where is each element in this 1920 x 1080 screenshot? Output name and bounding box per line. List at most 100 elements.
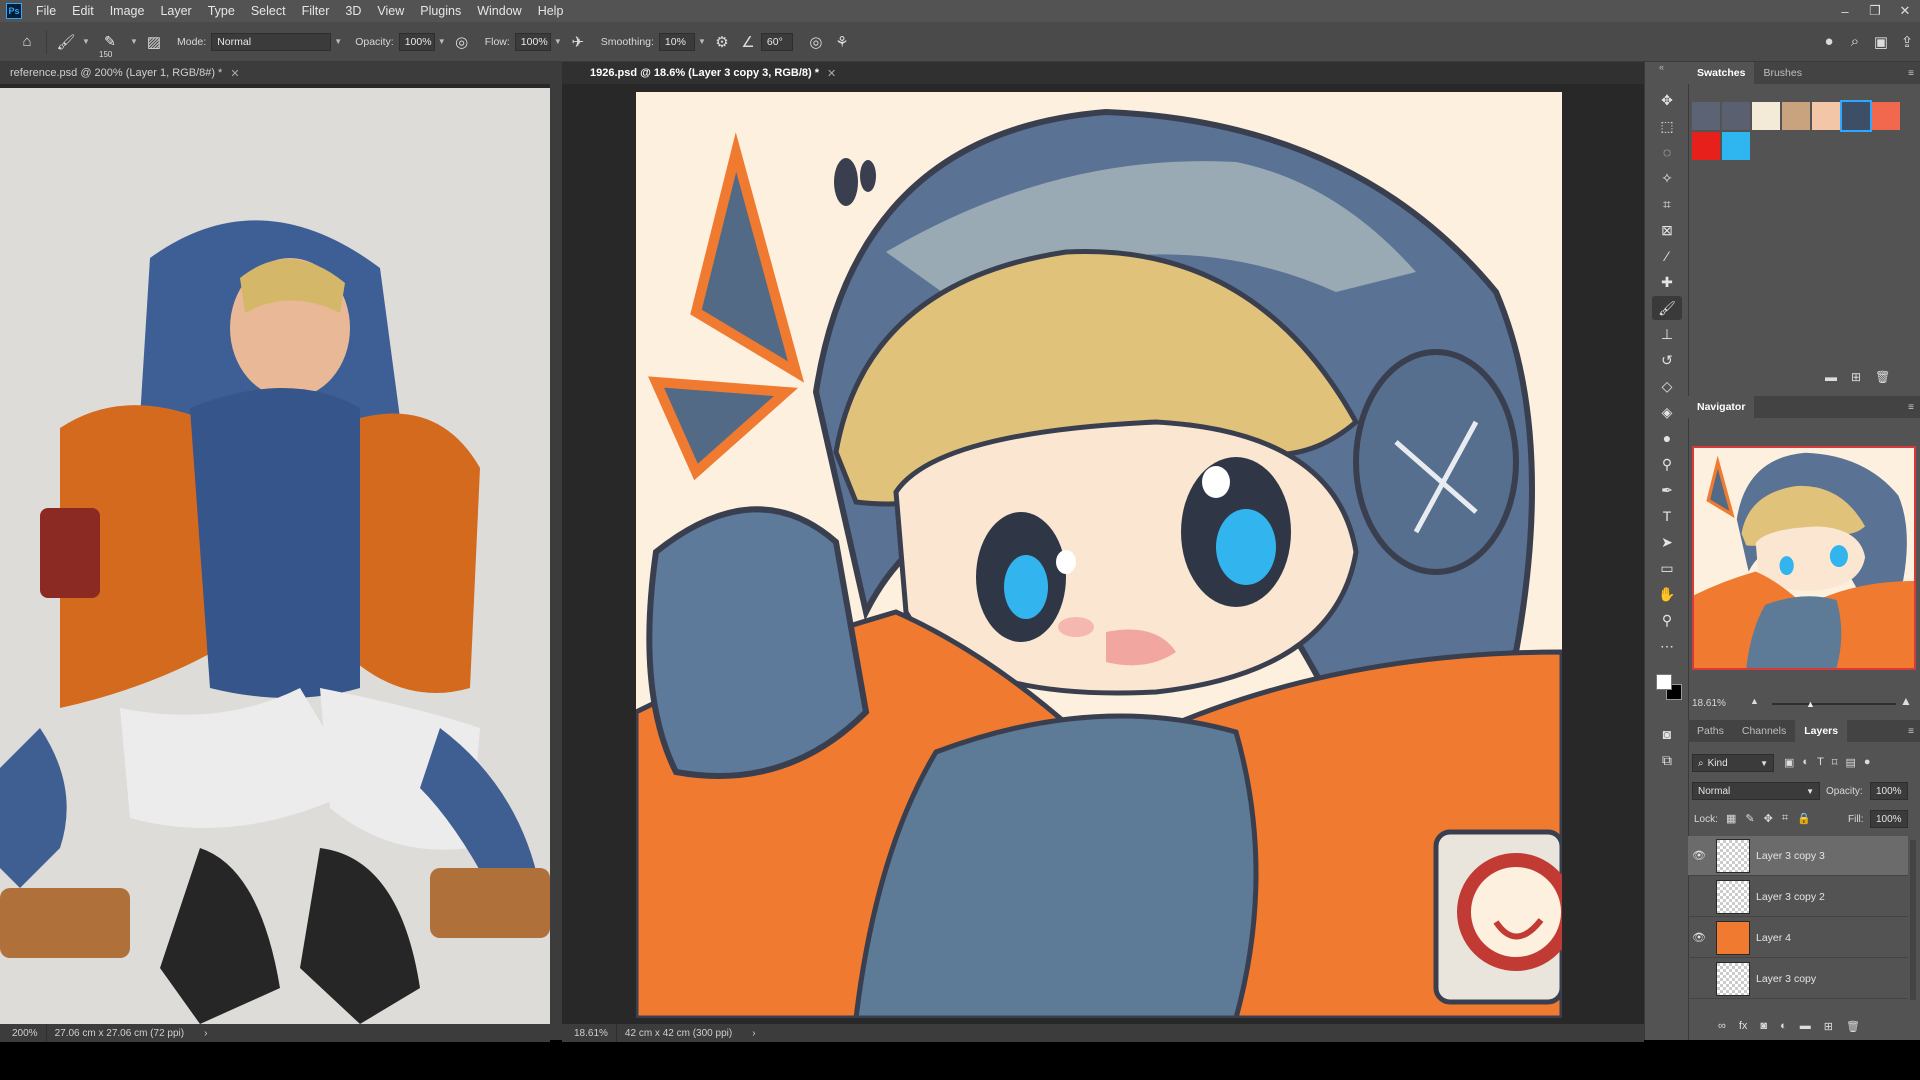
filter-toggle-icon[interactable]: ● [1864, 756, 1871, 769]
add-icon[interactable]: ⊞ [1851, 370, 1861, 384]
move-tool-icon[interactable]: ✥ [1652, 88, 1682, 112]
menu-select[interactable]: Select [243, 0, 294, 22]
folder-icon[interactable]: ▬ [1825, 370, 1837, 384]
marquee-tool-icon[interactable]: ⬚ [1652, 114, 1682, 138]
lock-all-icon[interactable]: 🔒 [1797, 812, 1811, 825]
layer-row[interactable]: Layer 3 copy 2 [1688, 877, 1908, 917]
menu-help[interactable]: Help [530, 0, 572, 22]
layer-row[interactable]: 👁 Layer 3 copy 3 [1688, 836, 1908, 876]
color-swatch[interactable] [1782, 102, 1810, 130]
angle-icon[interactable]: ∠ [735, 29, 761, 55]
tab-active-document[interactable]: 1926.psd @ 18.6% (Layer 3 copy 3, RGB/8)… [562, 62, 1644, 84]
mode-select[interactable]: Normal [211, 32, 332, 51]
menu-3d[interactable]: 3D [337, 0, 369, 22]
search-icon[interactable]: ⌕ [1842, 29, 1868, 55]
flow-field[interactable]: 100% [514, 32, 551, 51]
close-icon[interactable]: ✕ [230, 67, 239, 80]
color-picker[interactable] [1652, 666, 1684, 706]
menu-layer[interactable]: Layer [152, 0, 199, 22]
close-icon[interactable]: ✕ [827, 67, 836, 80]
navigator-preview[interactable] [1692, 446, 1916, 670]
add-mask-icon[interactable]: ◙ [1760, 1020, 1767, 1033]
zoom-out-icon[interactable]: ▲ [1750, 696, 1759, 706]
chevron-right-icon[interactable]: › [752, 1028, 755, 1039]
user-icon[interactable]: ● [1816, 29, 1842, 55]
symmetry-icon[interactable]: ⚘ [829, 29, 855, 55]
zoom-slider-track[interactable] [1772, 703, 1896, 705]
rectangle-tool-icon[interactable]: ▭ [1652, 556, 1682, 580]
share-icon[interactable]: ⇪ [1894, 29, 1920, 55]
adjustment-filter-icon[interactable]: ◐ [1802, 756, 1809, 769]
workspace-icon[interactable]: ▣ [1868, 29, 1894, 55]
brush-settings-icon[interactable]: ▨ [141, 29, 167, 55]
history-brush-icon[interactable]: ↺ [1652, 348, 1682, 372]
layer-opacity-field[interactable]: 100% [1870, 782, 1908, 800]
zoom-in-icon[interactable]: ▲ [1900, 694, 1912, 708]
eye-icon[interactable]: 👁 [1688, 918, 1710, 958]
eyedropper-icon[interactable]: ⁄ [1652, 244, 1682, 268]
type-filter-icon[interactable]: T [1817, 756, 1824, 769]
color-swatch[interactable] [1872, 102, 1900, 130]
color-swatch[interactable] [1722, 132, 1750, 160]
link-layers-icon[interactable]: ∞ [1718, 1020, 1726, 1033]
eraser-tool-icon[interactable]: ◇ [1652, 374, 1682, 398]
folder-icon[interactable]: ▬ [1800, 1020, 1811, 1033]
crop-tool-icon[interactable]: ⌗ [1652, 192, 1682, 216]
menu-edit[interactable]: Edit [64, 0, 102, 22]
tab-brushes[interactable]: Brushes [1754, 62, 1811, 84]
menu-view[interactable]: View [369, 0, 412, 22]
color-swatch[interactable] [1752, 102, 1780, 130]
panel-menu-icon[interactable]: ≡ [1908, 726, 1914, 737]
color-swatch[interactable] [1840, 100, 1872, 132]
menu-type[interactable]: Type [200, 0, 243, 22]
shape-filter-icon[interactable]: ⌑ [1832, 756, 1838, 769]
color-swatch[interactable] [1812, 102, 1840, 130]
foreground-color-swatch[interactable] [1656, 674, 1672, 690]
hand-tool-icon[interactable]: ✋ [1652, 582, 1682, 606]
minimize-icon[interactable]: – [1830, 0, 1860, 22]
lock-position-icon[interactable]: ✥ [1764, 812, 1773, 825]
zoom-level[interactable]: 18.61% [574, 1028, 608, 1039]
paint-bucket-icon[interactable]: ◈ [1652, 400, 1682, 424]
airbrush-icon[interactable]: ✈ [565, 29, 591, 55]
adjustment-layer-icon[interactable]: ◐ [1780, 1020, 1787, 1033]
chevron-down-icon[interactable]: ▼ [695, 33, 709, 51]
panel-menu-icon[interactable]: ≡ [1908, 68, 1914, 79]
color-swatch[interactable] [1692, 102, 1720, 130]
pressure-opacity-icon[interactable]: ◎ [449, 29, 475, 55]
menu-plugins[interactable]: Plugins [412, 0, 469, 22]
chevron-down-icon[interactable]: ▼ [435, 33, 449, 51]
more-tools-icon[interactable]: ⋯ [1652, 634, 1682, 658]
chevron-down-icon[interactable]: ▼ [551, 33, 565, 51]
tab-layers[interactable]: Layers [1795, 720, 1848, 742]
brush-size-picker[interactable]: ✎ 150 [93, 25, 127, 59]
chevron-right-icon[interactable]: › [204, 1028, 207, 1039]
brush-preset-icon[interactable]: 🖌 [53, 29, 79, 55]
zoom-level[interactable]: 200% [12, 1028, 38, 1039]
magic-wand-icon[interactable]: ✧ [1652, 166, 1682, 190]
reference-canvas[interactable] [0, 88, 550, 1024]
type-tool-icon[interactable]: T [1652, 504, 1682, 528]
tab-swatches[interactable]: Swatches [1688, 62, 1755, 84]
blend-mode-select[interactable]: Normal ▼ [1692, 782, 1820, 800]
zoom-slider-handle[interactable]: ▲ [1806, 699, 1815, 709]
navigator-zoom[interactable]: 18.61% [1692, 698, 1726, 709]
lasso-tool-icon[interactable]: ◌ [1652, 140, 1682, 164]
color-swatch[interactable] [1692, 132, 1720, 160]
healing-brush-icon[interactable]: ✚ [1652, 270, 1682, 294]
opacity-field[interactable]: 100% [398, 32, 435, 51]
layer-row[interactable]: 👁 Layer 4 [1688, 918, 1908, 958]
stamp-tool-icon[interactable]: ⊥ [1652, 322, 1682, 346]
gear-icon[interactable]: ⚙ [709, 29, 735, 55]
brush-tool-icon[interactable]: 🖌 [1652, 296, 1682, 320]
menu-window[interactable]: Window [469, 0, 529, 22]
tab-reference[interactable]: reference.psd @ 200% (Layer 1, RGB/8#) *… [0, 62, 550, 84]
tab-paths[interactable]: Paths [1688, 720, 1733, 742]
trash-icon[interactable]: 🗑 [1875, 370, 1890, 384]
layer-filter-kind[interactable]: ⌕ Kind ▼ [1692, 754, 1774, 772]
menu-image[interactable]: Image [102, 0, 153, 22]
color-swatch[interactable] [1722, 102, 1750, 130]
smart-object-filter-icon[interactable]: ▤ [1845, 756, 1855, 769]
blur-tool-icon[interactable]: ● [1652, 426, 1682, 450]
chevron-down-icon[interactable]: ▼ [331, 33, 345, 51]
